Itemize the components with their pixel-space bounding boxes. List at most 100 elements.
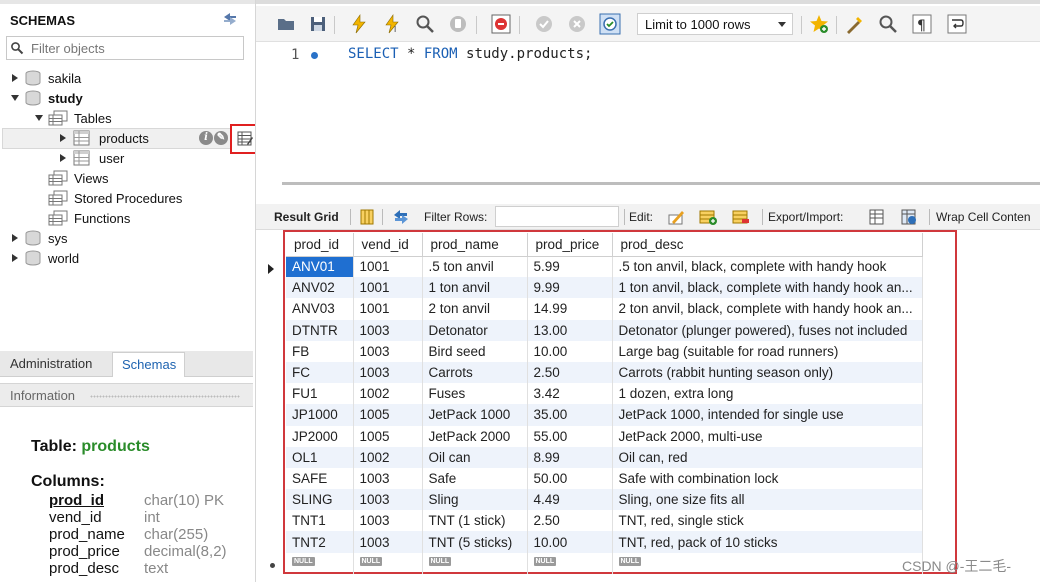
folder-functions[interactable]: Functions [48,208,130,228]
table-row[interactable]: TNT1 1003 TNT (1 stick) 2.50 TNT, red, singl… [286,510,923,532]
table-cell[interactable]: 1001 [353,298,423,320]
rollback-icon[interactable] [566,13,588,35]
table-cell[interactable]: 2 ton anvil, black, complete with handy … [612,298,923,320]
table-row[interactable]: TNT2 1003 TNT (5 sticks) 10.00 TNT, red, pac… [286,531,923,553]
stop-icon[interactable] [447,13,469,35]
table-cell[interactable]: OL1 [286,446,354,468]
column-header[interactable]: prod_name [422,233,528,257]
column-header[interactable]: prod_desc [612,233,923,257]
collapse-arrow-icon[interactable] [34,113,44,123]
toggle-error-icon[interactable] [490,13,512,35]
table-cell[interactable]: TNT2 [286,531,354,553]
insert-row-icon[interactable] [699,208,717,226]
table-cell[interactable]: JetPack 2000, multi-use [612,425,923,447]
table-cell[interactable]: 55.00 [527,425,613,447]
edit-row-icon[interactable] [667,208,685,226]
wrap-cell-content-label[interactable]: Wrap Cell Conten [936,210,1031,224]
table-cell[interactable]: Safe [422,467,528,490]
table-row[interactable]: FC 1003 Carrots 2.50 Carrots (rabbit hunting… [286,361,923,384]
table-row[interactable]: JP2000 1005 JetPack 2000 55.00 JetPack 2000,… [286,425,923,447]
refresh-icon[interactable] [222,12,238,26]
table-cell[interactable]: TNT (5 sticks) [422,531,528,553]
sql-editor[interactable]: 1 SELECT * FROM study.products; [256,43,1040,163]
filter-objects-field[interactable] [6,36,244,60]
null-cell[interactable]: NULL [353,552,423,574]
table-cell[interactable]: 1003 [353,489,423,511]
limit-rows-select[interactable]: Limit to 1000 rows [637,13,793,35]
table-cell[interactable]: JP2000 [286,425,354,447]
explain-icon[interactable] [414,13,436,35]
invisible-chars-icon[interactable]: ¶ [911,13,933,35]
info-icon[interactable]: i [199,131,213,145]
table-cell[interactable]: 1001 [353,277,423,299]
table-cell[interactable]: 13.00 [527,319,613,341]
table-cell[interactable]: Bird seed [422,340,528,362]
expand-arrow-icon[interactable] [58,133,68,143]
table-cell[interactable]: 3.42 [527,383,613,405]
expand-arrow-icon[interactable] [58,153,68,163]
table-row[interactable]: DTNTR 1003 Detonator 13.00 Detonator (plunge… [286,319,923,341]
table-cell[interactable]: FC [286,361,354,384]
tab-administration[interactable]: Administration [10,356,92,371]
table-cell[interactable]: Fuses [422,383,528,405]
schema-study[interactable]: study [10,88,83,108]
table-cell[interactable]: 14.99 [527,298,613,320]
table-cell[interactable]: 10.00 [527,531,613,553]
add-snippet-icon[interactable] [808,13,830,35]
table-cell[interactable]: Safe with combination lock [612,467,923,490]
select-rows-grid-icon[interactable] [237,131,253,146]
sql-text[interactable]: SELECT * FROM study.products; [348,46,592,62]
table-row[interactable]: SLING 1003 Sling 4.49 Sling, one size fits a… [286,489,923,511]
new-row[interactable]: NULL NULL NULL NULL NULL [286,552,923,574]
table-cell[interactable]: 1003 [353,510,423,532]
table-cell[interactable]: 2 ton anvil [422,298,528,320]
table-cell[interactable]: 1 dozen, extra long [612,383,923,405]
table-cell[interactable]: TNT, red, pack of 10 sticks [612,531,923,553]
commit-icon[interactable] [533,13,555,35]
table-row[interactable]: ANV01 1001.5 ton anvil 5.99.5 ton anvil, b… [286,256,923,278]
table-cell[interactable]: .5 ton anvil, black, complete with handy… [612,256,923,278]
table-cell[interactable]: 1 ton anvil, black, complete with handy … [612,277,923,299]
table-cell[interactable]: Sling [422,489,528,511]
table-cell[interactable]: TNT, red, single stick [612,510,923,532]
tab-schemas[interactable]: Schemas [112,352,186,377]
table-user[interactable]: user [58,148,124,168]
table-cell[interactable]: 1003 [353,319,423,341]
table-cell[interactable]: TNT1 [286,510,354,532]
table-cell[interactable]: ANV01 [286,256,354,278]
delete-row-icon[interactable] [732,208,750,226]
filter-rows-input[interactable] [495,206,619,227]
table-cell[interactable]: FU1 [286,383,354,405]
table-row[interactable]: ANV02 1001 1 ton anvil 9.99 1 ton anvil, bla… [286,277,923,299]
table-cell[interactable]: Detonator (plunger powered), fuses not i… [612,319,923,341]
table-cell[interactable]: FB [286,340,354,362]
table-row[interactable]: JP1000 1005 JetPack 1000 35.00 JetPack 1000,… [286,404,923,426]
schema-world[interactable]: world [10,248,79,268]
table-row[interactable]: FB 1003 Bird seed 10.00 Large bag (suitable … [286,340,923,362]
null-cell[interactable]: NULL [422,552,528,574]
pane-splitter[interactable] [282,182,1040,185]
table-cell[interactable]: 10.00 [527,340,613,362]
wrench-icon[interactable]: ✎ [214,131,228,145]
table-row[interactable]: ANV03 1001 2 ton anvil 14.99 2 ton anvil, bl… [286,298,923,320]
wrap-lines-icon[interactable] [946,13,968,35]
table-cell[interactable]: DTNTR [286,319,354,341]
table-row[interactable]: FU1 1002 Fuses 3.42 1 dozen, extra long [286,383,923,405]
schema-sys[interactable]: sys [10,228,68,248]
table-cell[interactable]: Oil can, red [612,446,923,468]
table-cell[interactable]: Detonator [422,319,528,341]
table-cell[interactable]: 35.00 [527,404,613,426]
table-cell[interactable]: 8.99 [527,446,613,468]
table-cell[interactable]: SLING [286,489,354,511]
table-cell[interactable]: Large bag (suitable for road runners) [612,340,923,362]
schema-sakila[interactable]: sakila [10,68,81,88]
table-cell[interactable]: 1003 [353,531,423,553]
null-cell[interactable]: NULL [527,552,613,574]
execute-current-icon[interactable]: I [381,13,403,35]
table-products[interactable]: products [58,128,149,148]
table-cell[interactable]: 1 ton anvil [422,277,528,299]
table-cell[interactable]: SAFE [286,467,354,490]
table-cell[interactable]: 4.49 [527,489,613,511]
table-cell[interactable]: 1002 [353,446,423,468]
grid-layout-icon[interactable] [358,208,376,226]
